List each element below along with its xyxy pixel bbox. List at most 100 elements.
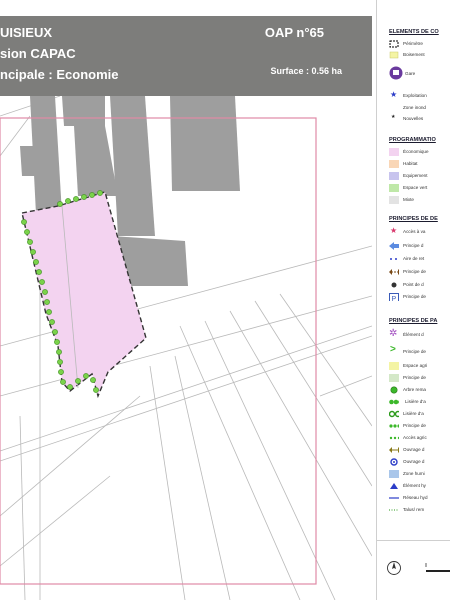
legend-item: ★ Nouvelles [389,114,450,125]
legend-item: Lisière d'a [389,410,450,420]
legend-heading-elements: ELEMENTS DE CO [389,29,439,35]
legend-label: Boisement [403,52,425,57]
yellow-double-arrow-icon [389,447,399,453]
hedge-icon [389,399,399,405]
legend-item: Espace vert [389,184,450,194]
legend-item: Réseau hyd [389,494,450,504]
housing-swatch-icon [389,160,399,168]
legend-item: Accès agric [389,434,450,444]
green-chevron-icon: > [390,344,396,355]
green-space-swatch-icon [389,184,399,192]
yellow-rect-icon [389,51,399,59]
pin-icon [391,282,397,288]
legend-label: Périmètre [403,41,423,46]
oap-number: OAP n°65 [264,25,324,40]
map-canvas [0,96,372,600]
map-view[interactable] [0,96,372,600]
legend-label: Économique [403,149,429,154]
legend-label: Gare [405,71,416,76]
legend-label: Accès agric [403,435,427,440]
legend-item: Principe d [389,242,450,252]
legend-item: Principe de [389,268,450,278]
legend-item: Aire de ret [389,255,450,265]
legend-label: Habitat [403,161,418,166]
legend-label: Principe d [403,243,424,248]
dotted-line-icon [389,509,399,511]
star-icon: ★ [390,90,398,99]
legend-label: Talus/ rem [403,507,425,512]
legend-panel: ELEMENTS DE CO Périmètre Boisement Gare … [376,0,450,600]
legend-item: Gare [389,66,450,84]
legend-label: Principe de [403,349,426,354]
legend-heading-principes-desserte: PRINCIPES DE DE [389,216,438,222]
legend-label: Élément d [403,332,424,337]
legend-label: Point de d [403,282,424,287]
legend-item: Espace agri [389,362,450,372]
dashed-blue-icon [390,258,398,260]
zone-title: sion CAPAC [0,46,76,61]
scale-bar [425,563,450,572]
dots-icon [389,424,399,428]
legend-label: Principe de [403,294,426,299]
blue-rect-icon [389,470,399,478]
legend-label: Espace agri [403,363,428,368]
legend-label: Ouvrage d [403,447,425,452]
legend-item: ★ Accès à va [389,226,450,238]
legend-item: Principe de [389,422,450,432]
equipment-swatch-icon [389,172,399,180]
legend-item: ★ Exploitation [389,90,450,102]
blue-triangle-icon [390,483,398,489]
legend-item: Élément hy [389,482,450,492]
legend-item: > Principe de [389,344,450,358]
mixed-swatch-icon [389,196,399,204]
legend-label: Réseau hyd [403,495,428,500]
vocation-title: ncipale : Economie [0,67,119,82]
surface-value: Surface : 0.56 ha [270,66,342,76]
flower-icon: ✲ [389,328,398,339]
legend-label: Equipement [403,173,428,178]
legend-item: Mixte [389,196,450,206]
parking-icon: P [389,293,399,301]
dashed-rect-icon [389,40,399,48]
economic-swatch-icon [389,148,399,156]
legend-heading-principes-paysage: PRINCIPES DE PA [389,318,438,324]
legend-item: Économique [389,148,450,158]
legend-label: Espace vert [403,185,428,190]
legend-divider [376,540,450,541]
legend-item: Boisement [389,51,450,61]
blue-circle-icon [390,458,398,466]
legend-item: Point de d [389,281,450,291]
legend-item: Zone humi [389,470,450,480]
legend-item: Talus/ rem [389,506,450,516]
double-circle-icon [389,410,399,418]
blue-arrow-icon [389,242,399,250]
legend-label: Élément hy [403,483,426,488]
legend-item: Principe de [389,374,450,384]
train-station-icon [389,66,403,80]
legend-label: Principe de [403,375,426,380]
tree-icon [390,386,398,394]
legend-item: Zone inond [389,104,450,114]
legend-label: Exploitation [403,93,427,98]
legend-label: Principe de [403,269,426,274]
legend-label: Zone inond [403,105,426,110]
legend-label: Ouvrage d [403,459,425,464]
blue-line-icon [389,497,399,499]
legend-label: Zone humi [403,471,425,476]
green-rect-icon [389,374,399,382]
legend-item: Lisière d'a [389,398,450,408]
legend-label: Principe de [403,423,426,428]
legend-label: Lisière d'a [405,399,426,404]
legend-item: Equipement [389,172,450,182]
commune-title: UISIEUX [0,25,53,40]
legend-label: Aire de ret [403,256,425,261]
legend-label: Accès à va [403,229,426,234]
dots-small-icon [389,436,399,440]
legend-item: Ouvrage d [389,446,450,456]
legend-item: ✲ Élément d [389,328,450,341]
north-arrow-icon [387,561,401,575]
legend-label: Arbre rema [403,387,426,392]
legend-label: Mixte [403,197,414,202]
legend-item: Habitat [389,160,450,170]
pink-star-icon: ★ [390,226,398,235]
